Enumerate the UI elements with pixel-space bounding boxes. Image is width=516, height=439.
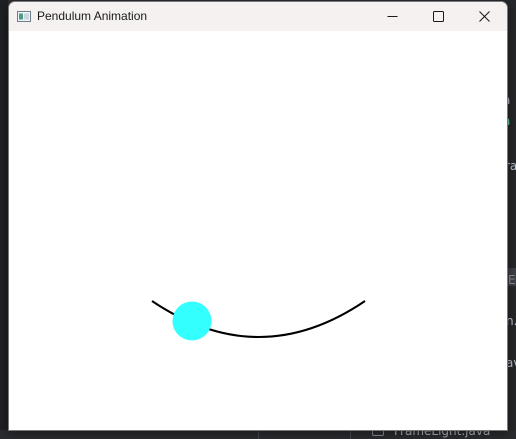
- java-window-icon: [17, 11, 31, 22]
- close-button[interactable]: [461, 2, 507, 31]
- minimize-icon: [387, 16, 398, 17]
- animation-canvas: [9, 31, 507, 430]
- maximize-icon: [433, 11, 444, 22]
- ide-left-gutter: [0, 0, 8, 439]
- close-icon: [479, 11, 490, 22]
- title-bar[interactable]: Pendulum Animation: [9, 2, 507, 31]
- ide-divider: [258, 430, 259, 439]
- minimize-button[interactable]: [369, 2, 415, 31]
- pendulum-window: Pendulum Animation: [8, 1, 508, 431]
- pendulum-bob: [172, 301, 212, 341]
- window-title: Pendulum Animation: [37, 9, 148, 23]
- maximize-button[interactable]: [415, 2, 461, 31]
- pendulum-drawing: [151, 300, 366, 341]
- ide-text-fragment: E: [508, 273, 516, 287]
- ide-divider: [350, 430, 351, 439]
